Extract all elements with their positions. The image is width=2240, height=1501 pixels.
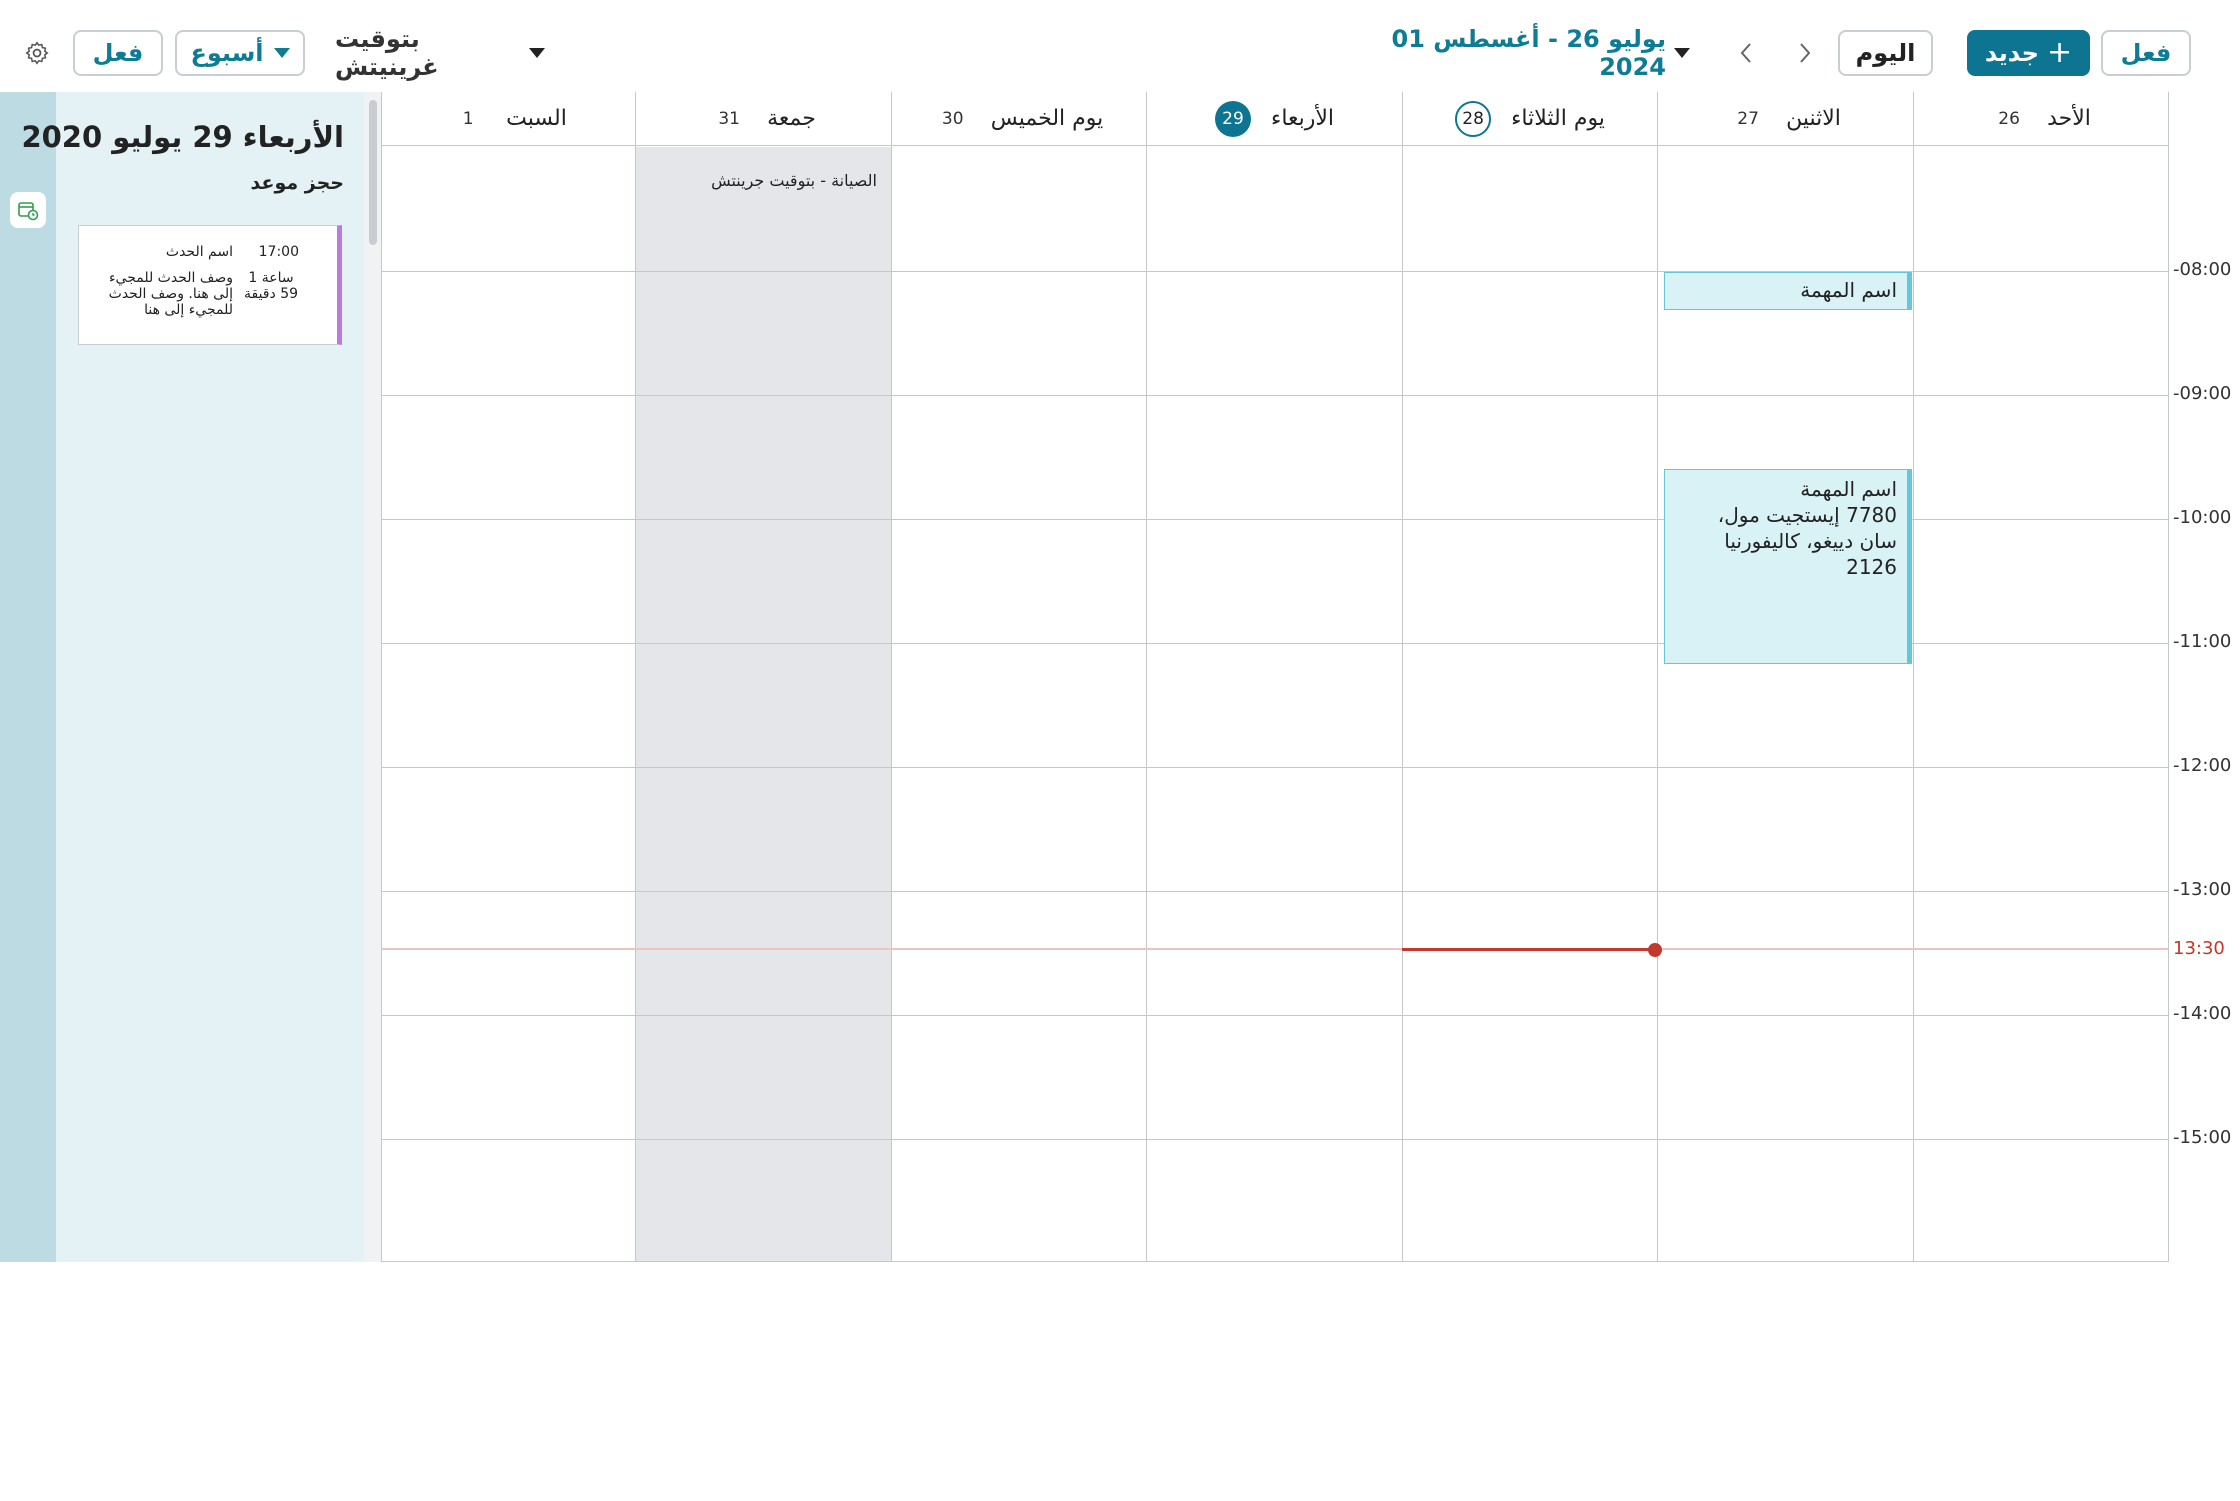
task-address: 7780 إيستجيت مول، سان دييغو، كاليفورنيا … [1717,503,1897,579]
do-button-right[interactable]: فعل [2101,30,2191,76]
day-body[interactable]: الصيانة - بتوقيت جرينتش [636,147,891,1262]
chevron-right-icon[interactable] [1790,38,1820,68]
do-button-left[interactable]: فعل [73,30,163,76]
hour-label: -13:00 [2173,879,2232,900]
appointment-time: 17:00 [258,244,299,260]
grid-border [381,1261,2168,1262]
today-button[interactable]: اليوم [1838,30,1933,76]
hour-line [381,395,2168,396]
view-selector-label: أسبوع [190,39,264,67]
caret-down-icon [273,48,290,58]
day-name: الأحد [2047,106,2091,131]
left-rail [0,92,56,1262]
hour-line [381,891,2168,892]
day-header[interactable]: الأربعاء 29 [1147,92,1402,146]
week-calendar-grid: الأحد 26 الاثنين 27 يوم الثلاثاء 28 الأر… [381,92,2231,1262]
day-column-saturday[interactable]: السبت 1 [381,92,635,1262]
appointment-card[interactable]: 17:00 اسم الحدث 1 ساعة 59 دقيقة وصف الحد… [78,225,342,345]
maintenance-label[interactable]: الصيانة - بتوقيت جرينتش [711,171,877,190]
day-body[interactable] [1147,147,1402,1262]
day-header[interactable]: يوم الخميس 30 [892,92,1146,146]
current-time-label: 13:30 [2173,938,2225,959]
day-column-wednesday[interactable]: الأربعاء 29 [1146,92,1402,1262]
day-number: 30 [941,108,964,129]
scrollbar-thumb[interactable] [369,100,377,245]
side-panel: الأربعاء 29 يوليو 2020 حجز موعد 17:00 اس… [21,92,364,1262]
hour-label: -15:00 [2173,1127,2232,1148]
day-name: يوم الخميس [990,106,1104,131]
side-panel-subtitle: حجز موعد [250,172,344,194]
hour-label: -10:00 [2173,507,2232,528]
day-column-sunday[interactable]: الأحد 26 [1913,92,2168,1262]
day-header[interactable]: الاثنين 27 [1658,92,1913,146]
appointment-duration: 1 ساعة 59 دقيقة [243,270,299,302]
hour-label: -11:00 [2173,631,2232,652]
chevron-left-icon[interactable] [1731,38,1761,68]
calendar-clock-icon[interactable] [10,192,46,228]
day-number-today: 29 [1214,100,1251,137]
day-name: السبت [506,106,567,131]
task-event[interactable]: اسم المهمة 7780 إيستجيت مول، سان دييغو، … [1664,469,1912,664]
view-selector-button[interactable]: أسبوع [175,30,305,76]
date-range-selector[interactable]: يوليو 26 - أغسطس 01 2024 [1370,25,1690,81]
task-event[interactable]: اسم المهمة [1664,272,1912,310]
hour-line [381,1015,2168,1016]
side-panel-date: الأربعاء 29 يوليو 2020 [21,120,344,154]
day-header[interactable]: الأحد 26 [1914,92,2168,146]
day-column-friday[interactable]: جمعة 31 الصيانة - بتوقيت جرينتش [635,92,891,1262]
day-body[interactable] [382,147,635,1262]
hour-line [381,1139,2168,1140]
timezone-label: بتوقيت غرينيتش [335,25,439,81]
day-body[interactable] [892,147,1146,1262]
day-column-tuesday[interactable]: يوم الثلاثاء 28 [1402,92,1657,1262]
plus-icon: + [2046,35,2073,70]
day-body[interactable] [1403,147,1657,1262]
grid-border [2168,92,2169,1262]
day-column-thursday[interactable]: يوم الخميس 30 [891,92,1146,1262]
scrollbar-track[interactable] [364,92,382,1262]
day-number: 26 [1998,108,2020,129]
appointment-name: اسم الحدث [165,244,233,260]
day-header[interactable]: جمعة 31 [636,92,891,146]
day-column-monday[interactable]: الاثنين 27 [1657,92,1913,1262]
appointment-description: وصف الحدث للمجيء إلى هنا. وصف الحدث للمج… [108,270,233,318]
new-button-label: جديد [1984,39,2039,67]
current-time-dot [1648,943,1662,957]
hour-label: -14:00 [2173,1003,2232,1024]
day-name: الاثنين [1786,106,1841,131]
task-title: اسم المهمة [1800,278,1897,302]
task-title: اسم المهمة [1800,477,1897,501]
new-button[interactable]: جديد + [1967,30,2090,76]
caret-down-icon [529,48,545,58]
day-number: 1 [462,108,474,129]
day-body[interactable] [1658,147,1913,1262]
date-range-label: يوليو 26 - أغسطس 01 2024 [1391,25,1666,81]
current-time-line [381,948,2168,950]
day-number: 31 [718,108,740,129]
gear-icon[interactable] [24,40,50,66]
day-header[interactable]: يوم الثلاثاء 28 [1403,92,1657,146]
day-number: 28 [1455,100,1492,137]
day-name: الأربعاء [1270,106,1335,131]
hour-label: -08:00 [2173,259,2232,280]
hour-label: -09:00 [2173,383,2232,404]
hour-line [381,767,2168,768]
day-header[interactable]: السبت 1 [382,92,635,146]
day-name: جمعة [767,106,816,131]
day-name: يوم الثلاثاء [1511,106,1605,131]
day-number: 27 [1737,108,1759,129]
hour-label: -12:00 [2173,755,2232,776]
current-time-today-segment [1402,948,1655,951]
timezone-selector[interactable]: بتوقيت غرينيتش [335,25,545,81]
caret-down-icon [1674,48,1690,58]
day-body[interactable] [1914,147,2168,1262]
